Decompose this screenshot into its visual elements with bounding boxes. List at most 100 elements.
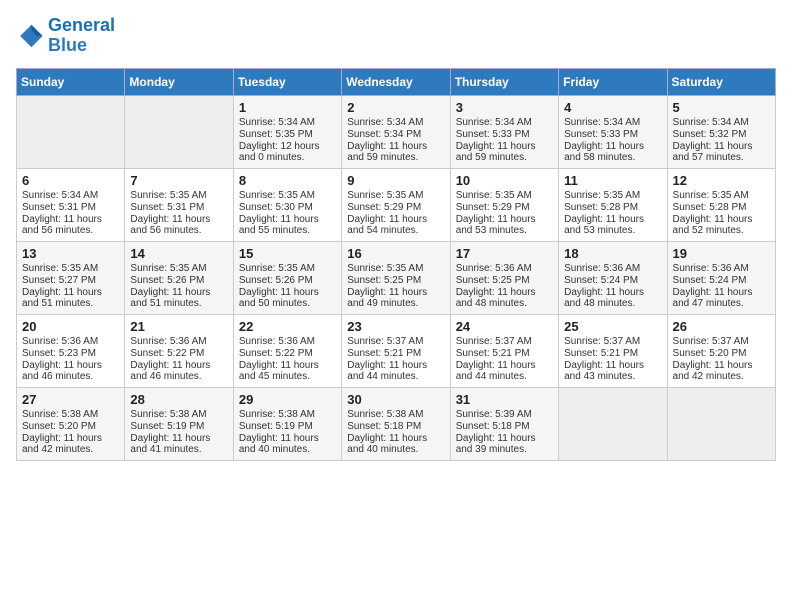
day-info: Sunset: 5:26 PM [130,275,227,286]
day-number: 30 [347,392,444,407]
day-info: Sunset: 5:27 PM [22,275,119,286]
day-info: Daylight: 11 hours and 59 minutes. [347,141,444,163]
day-info: Daylight: 11 hours and 39 minutes. [456,433,553,455]
weekday-tuesday: Tuesday [233,68,341,95]
day-number: 23 [347,319,444,334]
day-info: Daylight: 11 hours and 54 minutes. [347,214,444,236]
day-info: Daylight: 11 hours and 53 minutes. [564,214,661,236]
day-info: Sunrise: 5:36 AM [130,336,227,347]
day-info: Sunset: 5:23 PM [22,348,119,359]
day-info: Sunset: 5:21 PM [347,348,444,359]
day-number: 8 [239,173,336,188]
day-info: Sunrise: 5:39 AM [456,409,553,420]
calendar-cell: 1Sunrise: 5:34 AMSunset: 5:35 PMDaylight… [233,95,341,168]
day-info: Daylight: 11 hours and 42 minutes. [22,433,119,455]
calendar-cell: 7Sunrise: 5:35 AMSunset: 5:31 PMDaylight… [125,168,233,241]
day-info: Sunset: 5:21 PM [456,348,553,359]
calendar-body: 1Sunrise: 5:34 AMSunset: 5:35 PMDaylight… [17,95,776,460]
calendar-table: SundayMondayTuesdayWednesdayThursdayFrid… [16,68,776,461]
day-info: Daylight: 11 hours and 47 minutes. [673,287,770,309]
day-info: Daylight: 11 hours and 44 minutes. [456,360,553,382]
day-info: Daylight: 11 hours and 40 minutes. [239,433,336,455]
day-number: 5 [673,100,770,115]
weekday-sunday: Sunday [17,68,125,95]
day-info: Sunrise: 5:36 AM [456,263,553,274]
day-info: Sunrise: 5:37 AM [673,336,770,347]
calendar-cell: 27Sunrise: 5:38 AMSunset: 5:20 PMDayligh… [17,387,125,460]
calendar-cell: 30 Sunrise: 5:38 AMSunset: 5:18 PMDayligh… [342,387,450,460]
calendar-cell: 29Sunrise: 5:38 AMSunset: 5:19 PMDayligh… [233,387,341,460]
day-info: Sunrise: 5:35 AM [673,190,770,201]
day-number: 25 [564,319,661,334]
day-info: Sunrise: 5:37 AM [347,336,444,347]
calendar-cell: 22Sunrise: 5:36 AMSunset: 5:22 PMDayligh… [233,314,341,387]
day-info: Sunrise: 5:34 AM [347,117,444,128]
calendar-cell: 10Sunrise: 5:35 AMSunset: 5:29 PMDayligh… [450,168,558,241]
day-info: Daylight: 11 hours and 42 minutes. [673,360,770,382]
week-row-3: 13Sunrise: 5:35 AMSunset: 5:27 PMDayligh… [17,241,776,314]
weekday-friday: Friday [559,68,667,95]
day-info: Sunset: 5:28 PM [564,202,661,213]
calendar-cell: 26 Sunrise: 5:37 AMSunset: 5:20 PMDayligh… [667,314,775,387]
day-info: Sunrise: 5:34 AM [239,117,336,128]
day-number: 26 [673,319,770,334]
week-row-2: 6Sunrise: 5:34 AMSunset: 5:31 PMDaylight… [17,168,776,241]
calendar-cell: 15Sunrise: 5:35 AMSunset: 5:26 PMDayligh… [233,241,341,314]
calendar-cell: 8 Sunrise: 5:35 AMSunset: 5:30 PMDaylight… [233,168,341,241]
day-number: 24 [456,319,553,334]
day-info: Daylight: 11 hours and 40 minutes. [347,433,444,455]
day-number: 15 [239,246,336,261]
day-number: 2 [347,100,444,115]
calendar-cell: 6Sunrise: 5:34 AMSunset: 5:31 PMDaylight… [17,168,125,241]
day-number: 18 [564,246,661,261]
day-number: 29 [239,392,336,407]
calendar-cell: 23Sunrise: 5:37 AMSunset: 5:21 PMDayligh… [342,314,450,387]
day-info: Sunrise: 5:35 AM [239,190,336,201]
day-number: 27 [22,392,119,407]
calendar-cell: 11Sunrise: 5:35 AMSunset: 5:28 PMDayligh… [559,168,667,241]
day-info: Sunrise: 5:34 AM [22,190,119,201]
day-info: Sunrise: 5:35 AM [347,190,444,201]
day-info: Daylight: 11 hours and 55 minutes. [239,214,336,236]
day-info: Daylight: 11 hours and 59 minutes. [456,141,553,163]
calendar-cell: 31Sunrise: 5:39 AMSunset: 5:18 PMDayligh… [450,387,558,460]
day-number: 17 [456,246,553,261]
day-info: Sunrise: 5:35 AM [564,190,661,201]
day-info: Sunset: 5:30 PM [239,202,336,213]
day-info: Sunrise: 5:34 AM [456,117,553,128]
weekday-header-row: SundayMondayTuesdayWednesdayThursdayFrid… [17,68,776,95]
day-number: 21 [130,319,227,334]
day-number: 14 [130,246,227,261]
day-info: Sunset: 5:20 PM [673,348,770,359]
day-number: 28 [130,392,227,407]
day-info: Sunset: 5:20 PM [22,421,119,432]
calendar-cell [667,387,775,460]
day-info: Sunrise: 5:37 AM [564,336,661,347]
day-info: Sunset: 5:18 PM [347,421,444,432]
day-info: Daylight: 11 hours and 56 minutes. [130,214,227,236]
calendar-cell: 24Sunrise: 5:37 AMSunset: 5:21 PMDayligh… [450,314,558,387]
day-info: Sunrise: 5:38 AM [239,409,336,420]
day-info: Daylight: 11 hours and 41 minutes. [130,433,227,455]
calendar-cell: 14Sunrise: 5:35 AMSunset: 5:26 PMDayligh… [125,241,233,314]
day-number: 7 [130,173,227,188]
weekday-monday: Monday [125,68,233,95]
day-info: Daylight: 11 hours and 50 minutes. [239,287,336,309]
calendar-cell: 16Sunrise: 5:35 AMSunset: 5:25 PMDayligh… [342,241,450,314]
day-info: Daylight: 11 hours and 45 minutes. [239,360,336,382]
day-info: Sunrise: 5:36 AM [673,263,770,274]
calendar-cell: 19Sunrise: 5:36 AMSunset: 5:24 PMDayligh… [667,241,775,314]
day-info: Sunset: 5:24 PM [564,275,661,286]
day-info: Sunrise: 5:36 AM [239,336,336,347]
week-row-4: 20Sunrise: 5:36 AMSunset: 5:23 PMDayligh… [17,314,776,387]
day-info: Sunrise: 5:38 AM [347,409,444,420]
day-info: Daylight: 11 hours and 53 minutes. [456,214,553,236]
day-number: 31 [456,392,553,407]
day-info: Daylight: 11 hours and 52 minutes. [673,214,770,236]
calendar-cell: 28Sunrise: 5:38 AMSunset: 5:19 PMDayligh… [125,387,233,460]
day-number: 1 [239,100,336,115]
calendar-cell: 3Sunrise: 5:34 AMSunset: 5:33 PMDaylight… [450,95,558,168]
day-info: Sunrise: 5:38 AM [130,409,227,420]
calendar-cell: 25Sunrise: 5:37 AMSunset: 5:21 PMDayligh… [559,314,667,387]
day-info: Sunset: 5:29 PM [456,202,553,213]
